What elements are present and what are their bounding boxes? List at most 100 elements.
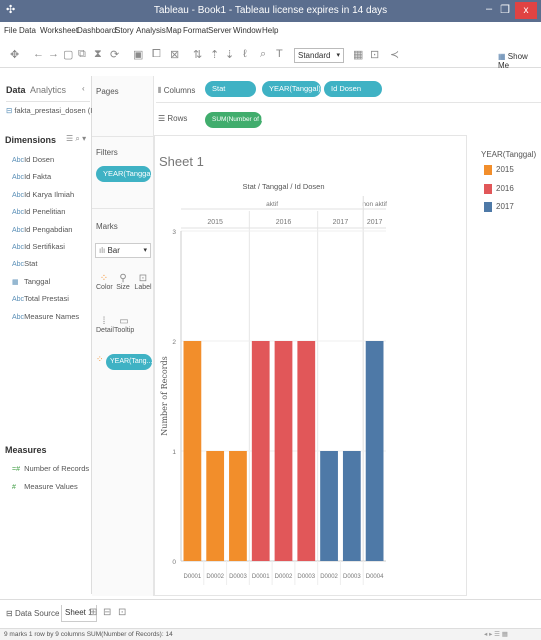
legend-item-2017[interactable]: 2017 (484, 202, 514, 212)
status-text: 9 marks 1 row by 9 columns SUM(Number of… (4, 631, 173, 638)
year-group-label: 2016 (276, 219, 292, 226)
abc-icon: Abc (12, 261, 25, 268)
pause-updates-icon[interactable]: ⧗ (94, 48, 102, 61)
duplicate-sheet-icon[interactable]: ⧠ (152, 48, 161, 61)
label-button[interactable]: ⊡ Label (134, 273, 152, 291)
dimension-measure-names[interactable]: Abc Measure Names (12, 312, 79, 321)
new-story-icon[interactable]: ⊡ (118, 607, 126, 618)
menu-map[interactable]: Map (166, 26, 182, 35)
highlight-icon[interactable]: ℓ (243, 48, 247, 60)
stat-group-label: non aktif (362, 201, 387, 208)
sheet-tabs-bar: ⊟ Data Source Sheet 1 ⊞ ⊟ ⊡ (0, 599, 541, 627)
menu-analysis[interactable]: Analysis (136, 26, 166, 35)
database-icon: ⊟ (6, 106, 13, 115)
close-icon[interactable]: x (515, 2, 537, 19)
rows-label: ☰ Rows (158, 114, 188, 123)
undo-icon[interactable]: ← (33, 48, 44, 60)
menu-dashboard[interactable]: Dashboard (77, 26, 116, 35)
columns-label: ⦀ Columns (158, 86, 196, 95)
swap-icon[interactable]: ⇅ (193, 48, 202, 61)
detail-button[interactable]: ⁞ Detail (96, 316, 114, 334)
stat-group-label: aktif (266, 201, 278, 208)
color-button[interactable]: ⁘ Color (96, 273, 113, 291)
new-worksheet-icon[interactable]: ⊞ (89, 607, 97, 618)
filter-pill-year[interactable]: YEAR(Tanggal) (96, 166, 151, 182)
year-group-label: 2015 (207, 219, 223, 226)
color-icon: ⁘ (99, 273, 109, 284)
y-tick-label: 2 (172, 339, 176, 346)
save-icon[interactable]: ▢ (63, 48, 73, 61)
abc-icon: Abc (12, 296, 25, 303)
clear-sheet-icon[interactable]: ⊠ (170, 48, 179, 61)
dimensions-options-icon[interactable]: ☰ ⌕ ▾ (66, 134, 86, 144)
row-pill-number-of-records[interactable]: SUM(Number of Rec... (205, 112, 262, 128)
dimension-id-fakta[interactable]: Abc Id Fakta (12, 172, 51, 181)
sort-ascending-icon[interactable]: ⇡ (210, 48, 219, 61)
labels-icon[interactable]: T (276, 48, 283, 60)
data-source-tab[interactable]: ⊟ Data Source (6, 609, 59, 618)
column-pill-stat[interactable]: Stat (205, 81, 256, 97)
tab-data[interactable]: Data (6, 85, 26, 95)
detail-icon: ⁞ (102, 316, 106, 327)
column-pill-id-dosen[interactable]: Id Dosen (324, 81, 382, 97)
dimension-tanggal[interactable]: ▦ Tanggal (12, 277, 50, 286)
menu-server[interactable]: Server (208, 26, 232, 35)
collapse-pane-icon[interactable]: ‹ (82, 84, 85, 93)
menu-file[interactable]: File (4, 26, 17, 35)
toolbar: ✥ ← → ▢ ⧉ ⧗ ⟳ ▣ ⧠ ⊠ ⇅ ⇡ ⇣ ℓ ⌕ T ▦ ⊡ ≺ (0, 42, 541, 68)
menu-format[interactable]: Format (183, 26, 208, 35)
run-update-icon[interactable]: ⟳ (110, 48, 119, 61)
menu-story[interactable]: Story (115, 26, 134, 35)
dimension-stat[interactable]: Abc Stat (12, 259, 37, 268)
tooltip-button[interactable]: ▭ Tooltip (114, 316, 134, 334)
redo-icon[interactable]: → (48, 48, 59, 60)
new-data-source-icon[interactable]: ⧉ (78, 48, 86, 61)
share-icon[interactable]: ≺ (390, 48, 399, 61)
chevron-down-icon: ▾ (336, 52, 340, 59)
bar (251, 341, 270, 561)
column-pill-year[interactable]: YEAR(Tanggal) (262, 81, 321, 97)
dimension-id-pengabdian[interactable]: Abc Id Pengabdian (12, 225, 72, 234)
measure-measure-values[interactable]: # Measure Values (12, 482, 78, 491)
legend-item-2015[interactable]: 2015 (484, 165, 514, 175)
minimize-icon[interactable]: – (482, 3, 496, 17)
menu-window[interactable]: Window (233, 26, 261, 35)
dimension-total-prestasi[interactable]: Abc Total Prestasi (12, 294, 69, 303)
menu-worksheet[interactable]: Worksheet (40, 26, 78, 35)
legend-item-2016[interactable]: 2016 (484, 184, 514, 194)
fit-dropdown[interactable]: Standard ▾ (294, 48, 344, 63)
divider (6, 101, 90, 102)
maximize-icon[interactable]: ❐ (498, 3, 512, 17)
divider (92, 136, 154, 137)
menu-data[interactable]: Data (19, 26, 36, 35)
abc-icon: Abc (12, 174, 25, 181)
dimension-id-karya-ilmiah[interactable]: Abc Id Karya Ilmiah (12, 190, 74, 199)
dimension-id-penelitian[interactable]: Abc Id Penelitian (12, 207, 65, 216)
data-source-item[interactable]: ⊟ fakta_prestasi_dosen (I)... (6, 106, 101, 115)
header-title: Stat / Tanggal / Id Dosen (243, 182, 325, 191)
show-me-button[interactable]: ▦ Show Me (498, 52, 541, 70)
presentation-icon[interactable]: ▦ (353, 48, 363, 61)
dimension-id-sertifikasi[interactable]: Abc Id Sertifikasi (12, 242, 65, 251)
menu-help[interactable]: Help (262, 26, 278, 35)
color-field-pill[interactable]: YEAR(Tang... (106, 354, 152, 370)
size-icon: ⚲ (119, 273, 127, 284)
bar-chart: Stat / Tanggal / Id Dosen aktif non aktif 2… (160, 182, 387, 585)
divider (92, 208, 154, 209)
divider (156, 102, 541, 103)
view-controls-icon[interactable]: ◂ ▸ ☰ ▦ (484, 630, 508, 638)
measure-number-of-records[interactable]: =# Number of Records (12, 464, 89, 473)
new-dashboard-icon[interactable]: ⊟ (103, 607, 111, 618)
dimensions-title: Dimensions (5, 135, 57, 145)
new-worksheet-icon[interactable]: ▣ (133, 48, 143, 61)
group-icon[interactable]: ⌕ (260, 48, 266, 61)
sort-descending-icon[interactable]: ⇣ (225, 48, 234, 61)
tableau-home-icon[interactable]: ✥ (10, 48, 19, 61)
mark-type-dropdown[interactable]: ılı Bar ▾ (95, 243, 151, 258)
tooltip-icon[interactable]: ⊡ (370, 48, 379, 61)
size-button[interactable]: ⚲ Size (115, 273, 131, 291)
y-axis-label: Number of Records (160, 356, 169, 435)
rows-icon: ☰ (158, 114, 166, 123)
dimension-id-dosen[interactable]: Abc Id Dosen (12, 155, 54, 164)
tab-analytics[interactable]: Analytics (30, 85, 66, 95)
